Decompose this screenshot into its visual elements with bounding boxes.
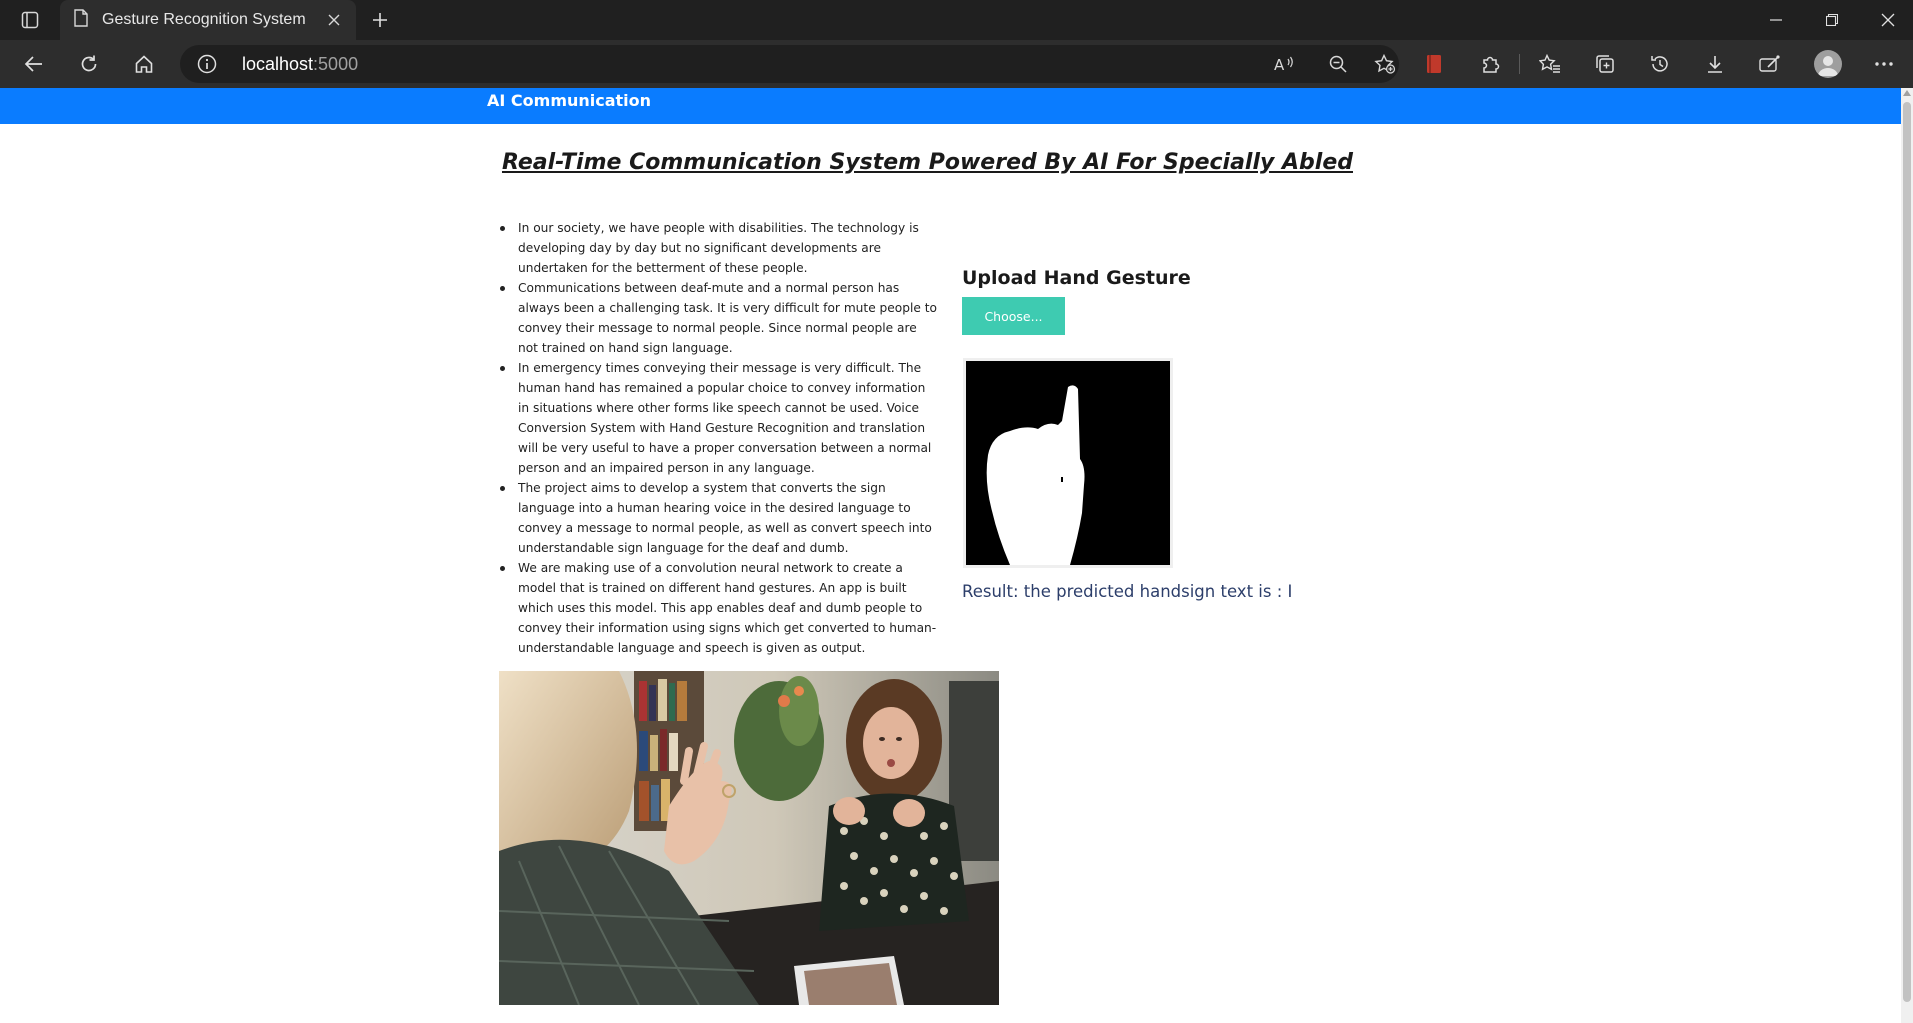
collections-icon[interactable] (1587, 48, 1623, 80)
restore-icon[interactable] (1804, 0, 1860, 40)
browser-toolbar: localhost:5000 A (0, 40, 1913, 88)
read-aloud-icon[interactable]: A (1270, 51, 1298, 77)
close-tab-icon[interactable] (322, 8, 346, 32)
gesture-preview-image (963, 358, 1173, 568)
sign-language-photo (499, 671, 999, 1005)
minimize-icon[interactable] (1748, 0, 1804, 40)
downloads-icon[interactable] (1697, 48, 1733, 80)
toolbar-divider (1519, 54, 1520, 74)
scroll-up-icon[interactable] (1903, 90, 1911, 96)
browser-tab-active[interactable]: Gesture Recognition System (60, 0, 356, 40)
history-icon[interactable] (1642, 48, 1678, 80)
page-viewport: AI Communication Real-Time Communication… (0, 88, 1901, 1023)
bullet-item: In our society, we have people with disa… (499, 218, 939, 278)
zoom-out-icon[interactable] (1324, 51, 1352, 77)
page-icon (74, 9, 88, 31)
browser-tab-bar: Gesture Recognition System (0, 0, 1913, 40)
bullet-item: Communications between deaf-mute and a n… (499, 278, 939, 358)
extensions-puzzle-icon[interactable] (1472, 48, 1508, 80)
scroll-thumb[interactable] (1903, 102, 1911, 1002)
extension-book-icon[interactable] (1416, 48, 1452, 80)
prediction-result: Result: the predicted handsign text is :… (962, 582, 1293, 601)
page-heading: Real-Time Communication System Powered B… (501, 150, 1353, 175)
choose-file-button[interactable]: Choose... (962, 297, 1065, 335)
site-info-icon[interactable] (196, 53, 218, 75)
brand-link[interactable]: AI Communication (487, 91, 651, 110)
bullet-item: In emergency times conveying their messa… (499, 358, 939, 478)
bullet-item: The project aims to develop a system tha… (499, 478, 939, 558)
tab-actions-icon[interactable] (10, 6, 50, 34)
site-navbar: AI Communication (0, 88, 1901, 124)
page-scrollbar[interactable] (1901, 88, 1913, 1023)
new-tab-icon[interactable] (366, 6, 394, 34)
more-options-icon[interactable] (1866, 48, 1902, 80)
favorites-icon[interactable] (1532, 48, 1568, 80)
refresh-icon[interactable] (71, 48, 107, 80)
tab-title: Gesture Recognition System (102, 11, 306, 28)
svg-text:A: A (1274, 56, 1285, 73)
add-favorite-icon[interactable] (1371, 51, 1399, 77)
bullet-item: We are making use of a convolution neura… (499, 558, 939, 658)
address-bar[interactable]: localhost:5000 A (180, 45, 1399, 83)
close-window-icon[interactable] (1860, 0, 1913, 40)
performance-icon[interactable] (1752, 48, 1788, 80)
profile-avatar[interactable] (1814, 50, 1842, 78)
back-arrow-icon[interactable] (16, 48, 52, 80)
upload-title: Upload Hand Gesture (962, 267, 1191, 289)
info-bullet-list: In our society, we have people with disa… (499, 218, 939, 658)
home-icon[interactable] (126, 48, 162, 80)
url-text[interactable]: localhost:5000 (242, 54, 358, 75)
